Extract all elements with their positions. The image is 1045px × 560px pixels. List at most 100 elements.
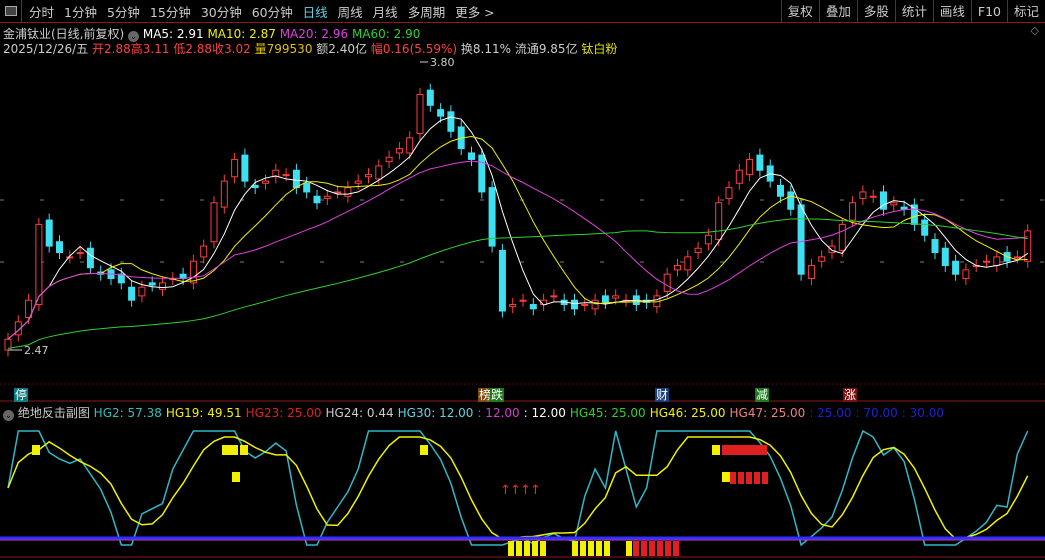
signal-block <box>712 445 720 455</box>
candle-body <box>704 234 712 245</box>
candle-body <box>684 256 692 271</box>
signal-block <box>420 445 428 455</box>
candle-body <box>807 265 815 280</box>
event-marker[interactable]: 减 <box>755 388 770 402</box>
candle-body <box>529 304 537 310</box>
chevron-down-icon[interactable]: ⌄ <box>3 410 14 421</box>
candle-body <box>890 202 898 206</box>
candle-body <box>416 93 424 134</box>
signal-block <box>516 541 522 556</box>
candle-body <box>993 256 1001 267</box>
candle-body <box>900 206 908 210</box>
signal-block <box>649 541 655 556</box>
candle-body <box>694 247 702 254</box>
candle-body <box>478 154 486 193</box>
event-marker[interactable]: 停 <box>14 388 29 402</box>
signal-block <box>232 472 240 482</box>
signal-block <box>540 541 546 556</box>
indicator-value: HG24: 0.44 <box>325 406 394 420</box>
candle-body <box>777 184 784 197</box>
candle-body <box>612 295 620 299</box>
candle-body <box>282 174 290 177</box>
candle-body <box>241 154 249 182</box>
candle-body <box>869 195 877 198</box>
candle-body <box>725 187 733 199</box>
candle-body <box>56 241 63 254</box>
candle-body <box>437 109 445 117</box>
candle-body <box>262 180 269 184</box>
candle-body <box>1013 256 1021 259</box>
sub-chart-title: 绝地反击副图 <box>17 406 90 420</box>
event-marker[interactable]: 跌 <box>490 388 505 402</box>
red-arrow-icon: ↑ <box>530 483 541 498</box>
candle-body <box>828 245 836 254</box>
candle-body <box>952 260 960 275</box>
candle-body <box>334 191 342 194</box>
signal-block <box>240 445 248 455</box>
candle-body <box>344 187 352 197</box>
candle-body <box>426 89 434 106</box>
event-marker[interactable]: 财 <box>655 388 670 402</box>
candle-body <box>220 180 228 208</box>
candle-body <box>921 219 929 236</box>
ma10-line <box>7 135 1028 340</box>
ma20-line <box>7 160 1028 340</box>
candle-body <box>385 156 393 163</box>
candle-body <box>838 223 846 251</box>
candle-body <box>138 286 146 297</box>
indicator-value: HG47: 25.00 <box>729 406 806 420</box>
high-price-label: 3.80 <box>430 56 455 69</box>
candle-body <box>66 256 74 259</box>
candle-body <box>849 202 857 221</box>
candle-body <box>200 245 208 258</box>
low-price-label: 2.47 <box>24 344 49 357</box>
candle-body <box>148 282 156 286</box>
signal-block <box>641 541 647 556</box>
indicator-value: : 70.00 <box>855 406 898 420</box>
candle-body <box>735 169 743 184</box>
indicator-value: HG46: 25.00 <box>649 406 726 420</box>
event-marker[interactable]: 涨 <box>843 388 858 402</box>
candle-body <box>45 219 53 247</box>
candle-body <box>818 256 826 262</box>
signal-block <box>665 541 671 556</box>
candle-body <box>498 249 506 312</box>
candle-body <box>571 299 578 310</box>
signal-block <box>738 472 744 484</box>
signal-block <box>508 541 514 556</box>
candle-body <box>375 165 383 180</box>
indicator-value: HG30: 12.00 <box>397 406 474 420</box>
kline-chart[interactable]: 3.802.47↑ ↑ ↑ ↑ <box>0 0 1045 560</box>
candle-body <box>591 299 599 310</box>
candle-body <box>859 191 867 199</box>
candle-body <box>292 169 300 189</box>
candle-body <box>365 174 372 178</box>
ma5-line <box>7 116 1028 340</box>
signal-block <box>230 445 238 455</box>
signal-block <box>572 541 578 556</box>
indicator-value: : 30.00 <box>901 406 944 420</box>
signal-block <box>222 445 230 455</box>
indicator-value: : 12.00 <box>523 406 566 420</box>
candle-body <box>313 195 321 204</box>
signal-block <box>730 472 736 484</box>
candle-body <box>76 252 84 255</box>
candle-body <box>35 223 43 306</box>
candle-body <box>395 148 403 154</box>
candle-body <box>674 265 681 271</box>
candle-body <box>323 195 331 199</box>
signal-block <box>524 541 530 556</box>
candle-body <box>447 111 455 132</box>
signal-block <box>626 541 632 556</box>
candle-body <box>931 239 939 254</box>
candle-body <box>159 282 166 290</box>
candle-body <box>519 299 527 302</box>
candle-body <box>354 180 362 184</box>
signal-block <box>604 541 610 556</box>
candle-body <box>746 158 754 176</box>
candle-body <box>601 295 609 303</box>
indicator-value: HG2: 57.38 <box>93 406 162 420</box>
candle-body <box>468 152 475 160</box>
signal-block <box>580 541 586 556</box>
indicator-value: HG45: 25.00 <box>569 406 646 420</box>
